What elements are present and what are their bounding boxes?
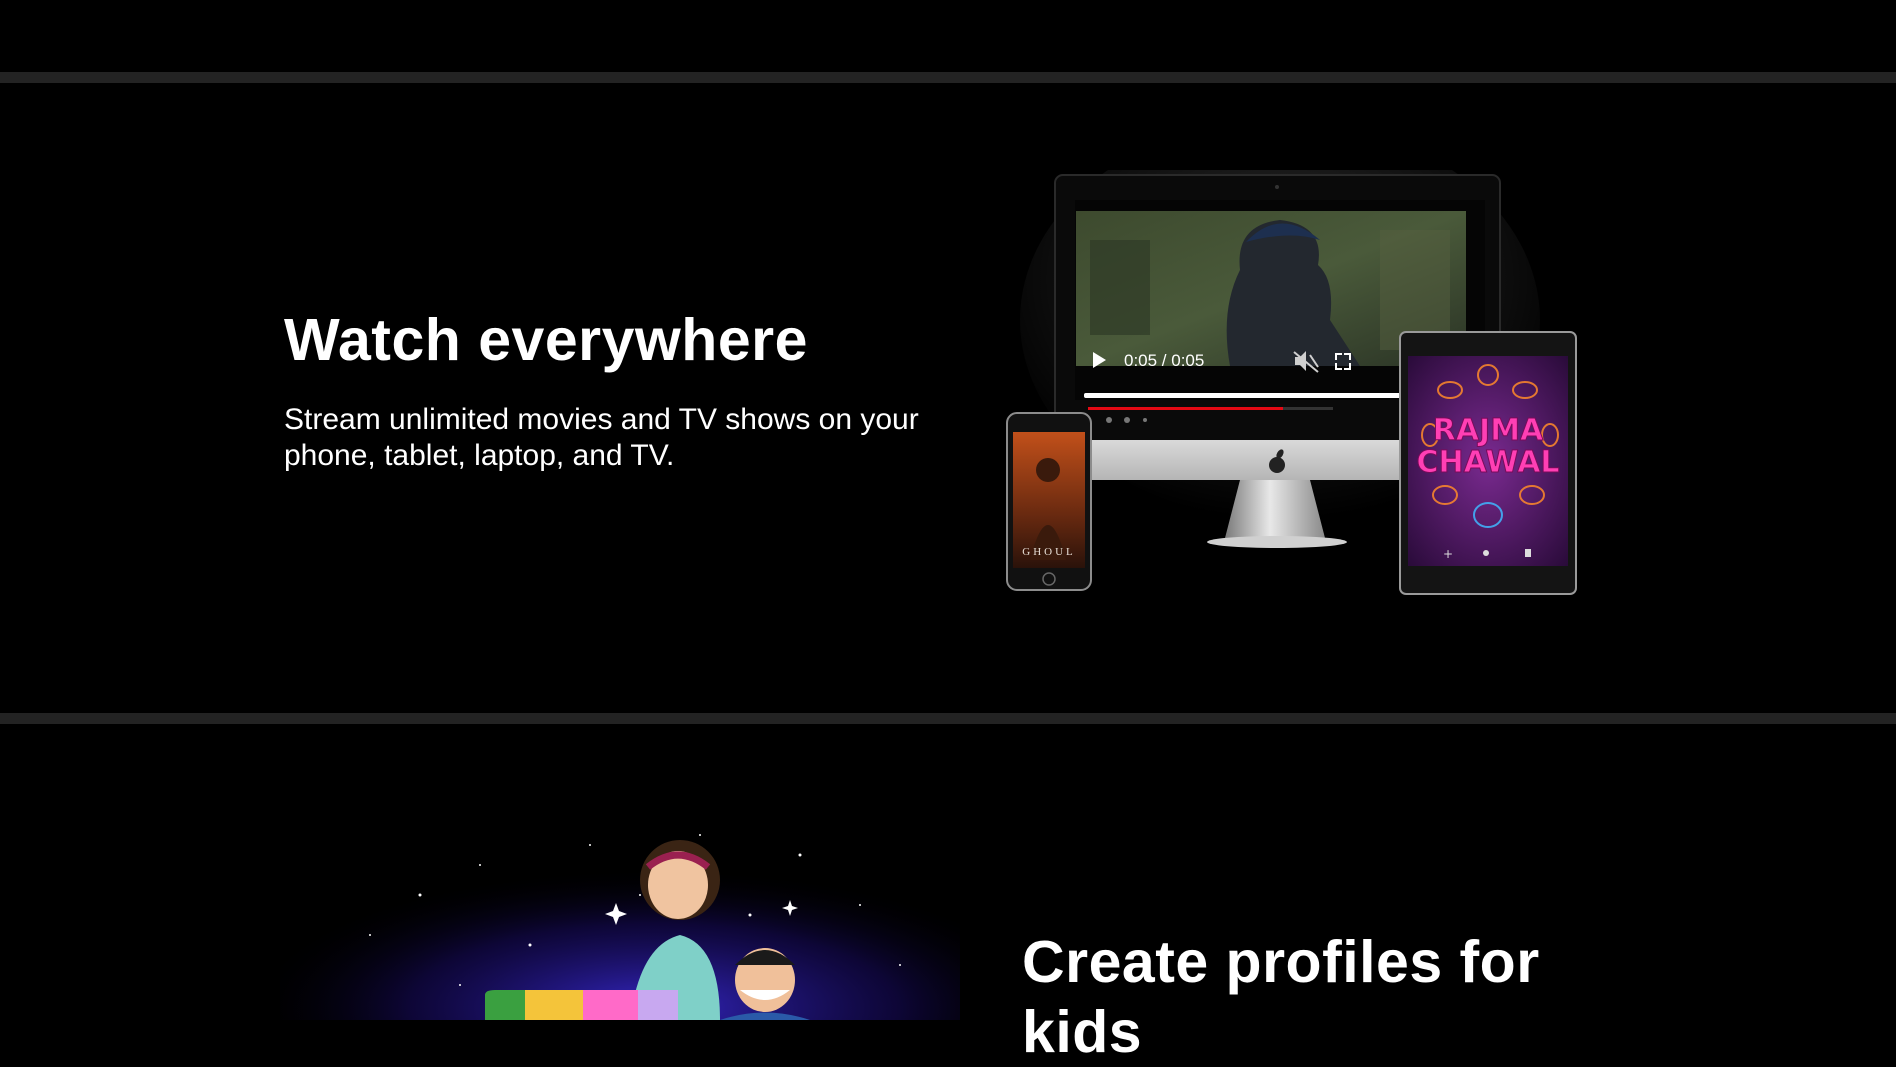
mute-button[interactable] [1290, 350, 1319, 373]
play-button[interactable] [1084, 345, 1114, 375]
watch-everywhere-title: Watch everywhere [284, 307, 808, 373]
color-blocks [485, 990, 678, 1020]
tablet-poster-title-line2: CHAWAL [1416, 445, 1559, 480]
share-icon [1525, 549, 1531, 557]
kids-illustration [280, 785, 960, 1020]
tablet-device: RAJMA CHAWAL + [1399, 331, 1577, 595]
thumb-icon [1483, 550, 1489, 556]
plus-icon: + [1443, 547, 1453, 561]
divider-top [0, 72, 1896, 83]
device-cluster: 0:05 / 0:05 GHOUL RAJMA CHAWAL + [1006, 170, 1577, 595]
kids-profiles-title: Create profiles for kids [1022, 929, 1540, 1065]
phone-device: GHOUL [1006, 412, 1092, 591]
phone-poster-title: GHOUL [1022, 546, 1076, 558]
fullscreen-button[interactable] [1332, 350, 1354, 372]
video-time: 0:05 / 0:05 [1124, 351, 1204, 370]
kids-glow [280, 785, 960, 1020]
inner-progress-bar [1088, 407, 1283, 410]
divider-middle [0, 713, 1896, 724]
video-progress-fill [1084, 393, 1414, 398]
tablet-poster-title-line1: RAJMA [1433, 413, 1544, 448]
watch-everywhere-description: Stream unlimited movies and TV shows on … [284, 403, 919, 472]
